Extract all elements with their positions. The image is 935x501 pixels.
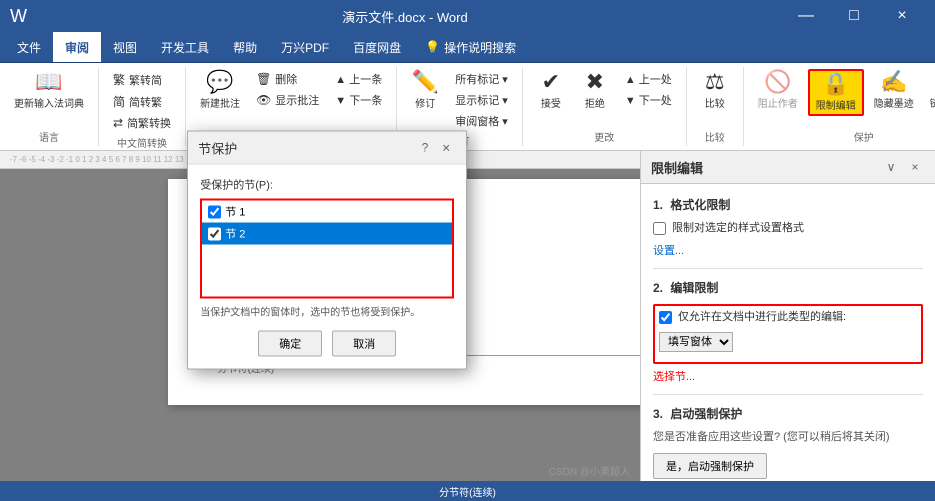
dialog-info-text: 当保护文档中的窗体时，选中的节也将受到保护。 (200, 307, 454, 321)
listbox-item-section2[interactable]: 节 2 (202, 223, 452, 245)
dialog-cancel-button[interactable]: 取消 (332, 331, 396, 357)
dialog-body: 受保护的节(P): 节 1 节 2 当保护文档中的窗体时，选中的节也将受到保护。… (188, 165, 466, 369)
dialog-close-button[interactable]: × (436, 138, 456, 158)
dialog-title: 节保护 (198, 138, 237, 157)
section2-checkbox[interactable] (208, 227, 221, 240)
dialog-overlay: 节保护 ? × 受保护的节(P): 节 1 节 2 当保护文档中的窗体时，选中的… (0, 0, 935, 500)
dialog-header-right: ? × (422, 138, 457, 158)
dialog-titlebar: 节保护 ? × (188, 132, 466, 165)
dialog-buttons: 确定 取消 (200, 331, 454, 357)
sections-listbox: 节 1 节 2 (200, 199, 454, 299)
section-protection-dialog: 节保护 ? × 受保护的节(P): 节 1 节 2 当保护文档中的窗体时，选中的… (187, 131, 467, 370)
listbox-item-section1[interactable]: 节 1 (202, 201, 452, 223)
dialog-sections-label: 受保护的节(P): (200, 177, 454, 193)
section1-label: 节 1 (225, 204, 245, 220)
watermark: CSDN @小奥超人 (549, 463, 630, 478)
dialog-question-mark: ? (422, 141, 429, 155)
section2-label: 节 2 (225, 226, 245, 242)
dialog-ok-button[interactable]: 确定 (258, 331, 322, 357)
section1-checkbox[interactable] (208, 205, 221, 218)
